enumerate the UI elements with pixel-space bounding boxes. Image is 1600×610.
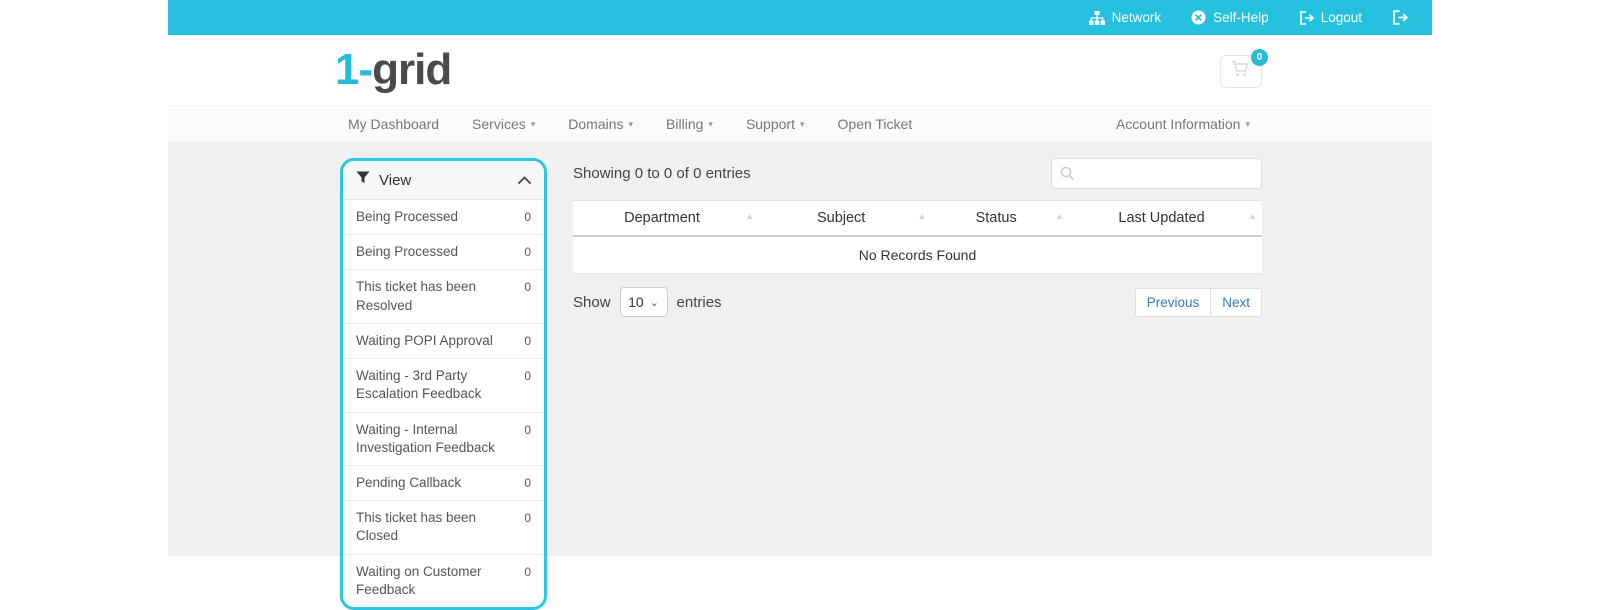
sort-asc-icon: ▲	[745, 211, 755, 221]
nav-item-billing[interactable]: Billing ▾	[666, 116, 713, 132]
filter-count: 0	[524, 369, 531, 384]
logo-part-1: 1-	[335, 45, 373, 94]
view-panel-header[interactable]: View	[343, 161, 544, 200]
view-filter-being-processed-2[interactable]: Being Processed 0	[343, 235, 544, 271]
caret-down-icon: ▾	[1245, 118, 1250, 129]
cart-count-badge: 0	[1251, 49, 1268, 66]
view-filter-closed[interactable]: This ticket has been Closed 0	[343, 501, 544, 555]
sort-asc-icon: ▲	[1248, 211, 1257, 221]
logout-icon	[1299, 10, 1314, 25]
view-filter-being-processed-1[interactable]: Being Processed 0	[343, 200, 544, 236]
filter-count: 0	[524, 475, 531, 490]
logo-header: 1-grid 0	[168, 35, 1432, 105]
next-page-button[interactable]: Next	[1210, 287, 1262, 317]
no-records-row: No Records Found	[573, 237, 1262, 274]
view-panel-title: View	[379, 171, 412, 189]
column-header-subject[interactable]: Subject ▲	[759, 201, 931, 235]
chevron-down-icon: ⌄	[649, 296, 659, 309]
search-input[interactable]	[1051, 158, 1262, 189]
show-label: Show	[573, 293, 611, 311]
view-filter-waiting-popi-approval[interactable]: Waiting POPI Approval 0	[343, 324, 544, 360]
filter-count: 0	[524, 511, 531, 526]
network-label: Network	[1111, 10, 1162, 25]
page-length-control: Show 10 ⌄ entries	[573, 287, 722, 317]
nav-item-account-information[interactable]: Account Information ▾	[1116, 116, 1432, 132]
view-filter-panel: View Being Processed 0 Being Processed 0…	[340, 158, 547, 610]
logo-part-2: grid	[372, 45, 452, 94]
previous-page-button[interactable]: Previous	[1134, 287, 1212, 317]
filter-count: 0	[524, 245, 531, 260]
filter-icon	[356, 171, 370, 189]
nav-item-support[interactable]: Support ▾	[746, 116, 805, 132]
page-length-select[interactable]: 10 ⌄	[619, 287, 668, 317]
column-header-last-updated[interactable]: Last Updated ▲	[1069, 201, 1262, 235]
view-filter-resolved[interactable]: This ticket has been Resolved 0	[343, 270, 544, 324]
pagination: Previous Next	[1134, 287, 1262, 317]
main-nav: My Dashboard Services ▾ Domains ▾ Billin…	[168, 105, 1432, 143]
caret-down-icon: ▾	[628, 118, 634, 129]
caret-down-icon: ▾	[708, 118, 713, 129]
network-icon	[1088, 10, 1105, 25]
view-filter-internal-investigation[interactable]: Waiting - Internal Investigation Feedbac…	[343, 413, 544, 466]
filter-count: 0	[524, 210, 531, 224]
nav-item-domains[interactable]: Domains ▾	[568, 116, 633, 132]
view-filter-pending-callback[interactable]: Pending Callback 0	[343, 466, 544, 502]
cart-button[interactable]: 0	[1220, 49, 1268, 88]
main-area: View Being Processed 0 Being Processed 0…	[168, 143, 1432, 610]
view-filter-3rd-party-escalation[interactable]: Waiting - 3rd Party Escalation Feedback …	[343, 359, 544, 413]
tickets-table: Department ▲ Subject ▲ Status ▲ Last Upd…	[573, 200, 1262, 274]
entries-label: entries	[676, 293, 722, 311]
tickets-section: Showing 0 to 0 of 0 entries Department ▲	[573, 158, 1262, 317]
nav-item-open-ticket[interactable]: Open Ticket	[838, 116, 913, 132]
caret-down-icon: ▾	[799, 118, 805, 129]
showing-entries-text: Showing 0 to 0 of 0 entries	[573, 165, 751, 182]
cart-icon	[1231, 60, 1251, 83]
column-header-status[interactable]: Status ▲	[931, 201, 1069, 235]
top-utility-bar: Network Self-Help Logout	[168, 0, 1432, 35]
nav-item-my-dashboard[interactable]: My Dashboard	[348, 116, 439, 132]
sort-asc-icon: ▲	[1055, 211, 1065, 221]
filter-count: 0	[524, 280, 531, 295]
self-help-icon	[1191, 10, 1206, 25]
filter-count: 0	[524, 564, 531, 579]
search-icon	[1060, 166, 1075, 181]
nav-item-services[interactable]: Services ▾	[472, 116, 535, 132]
view-filter-waiting-customer-feedback[interactable]: Waiting on Customer Feedback 0	[343, 555, 544, 607]
caret-down-icon: ▾	[530, 118, 536, 129]
logo[interactable]: 1-grid	[335, 45, 452, 95]
filter-count: 0	[524, 422, 531, 437]
page-container: Network Self-Help Logout 1-grid 0 My Das…	[168, 0, 1432, 610]
self-help-label: Self-Help	[1213, 10, 1269, 25]
sign-out-icon[interactable]	[1392, 10, 1408, 25]
chevron-up-icon	[518, 171, 531, 189]
logout-link[interactable]: Logout	[1299, 10, 1362, 25]
sort-asc-icon: ▲	[917, 211, 927, 221]
filter-count: 0	[524, 333, 531, 348]
column-header-department[interactable]: Department ▲	[573, 201, 759, 235]
network-link[interactable]: Network	[1088, 10, 1162, 25]
self-help-link[interactable]: Self-Help	[1191, 10, 1269, 25]
search-box	[1051, 158, 1262, 189]
logout-label: Logout	[1320, 10, 1362, 25]
